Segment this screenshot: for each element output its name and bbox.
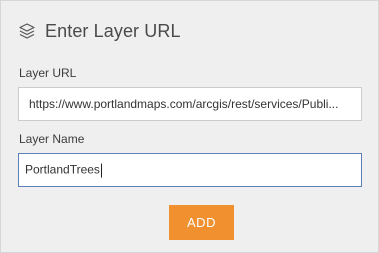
text-caret bbox=[100, 163, 102, 178]
layer-name-value: PortlandTrees bbox=[25, 162, 100, 177]
layers-icon bbox=[18, 22, 36, 40]
layer-url-input[interactable]: https://www.portlandmaps.com/arcgis/rest… bbox=[18, 87, 362, 121]
add-button[interactable]: ADD bbox=[169, 205, 234, 240]
panel-header: Enter Layer URL bbox=[18, 20, 181, 42]
layer-url-label: Layer URL bbox=[19, 66, 77, 80]
layer-name-text-wrap: PortlandTrees bbox=[25, 163, 102, 178]
panel-title: Enter Layer URL bbox=[45, 20, 181, 41]
layer-url-value: https://www.portlandmaps.com/arcgis/rest… bbox=[29, 97, 339, 111]
layer-name-label: Layer Name bbox=[19, 132, 85, 146]
layer-name-input[interactable]: PortlandTrees bbox=[18, 153, 362, 187]
enter-layer-url-panel: Enter Layer URL Layer URL https://www.po… bbox=[0, 0, 379, 253]
